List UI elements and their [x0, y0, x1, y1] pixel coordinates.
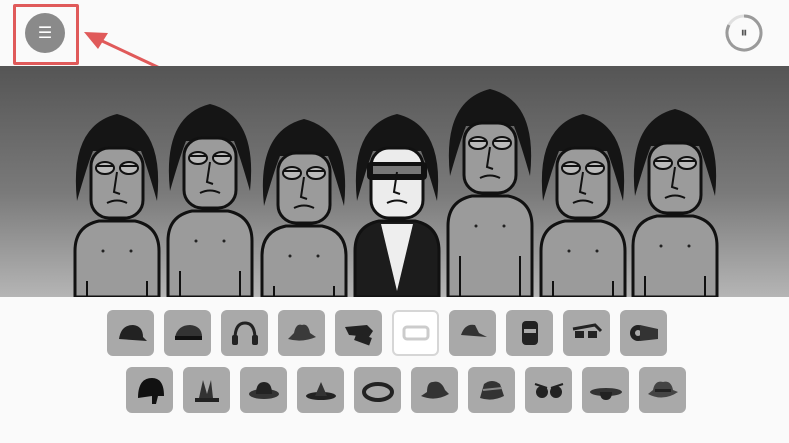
hamburger-icon: ☰: [37, 23, 53, 42]
empty-slot: [402, 325, 429, 341]
accessory-empty-slot[interactable]: [392, 310, 439, 356]
accessory-tray: [0, 297, 789, 443]
headphones-icon: [231, 321, 258, 345]
fedora-icon: [287, 324, 316, 341]
beret-cap-icon: [174, 325, 202, 340]
menu-button[interactable]: ☰: [25, 13, 65, 53]
bowler-hat-icon: [248, 382, 279, 399]
accessory-ring-hat-icon[interactable]: [354, 367, 401, 413]
stage: [0, 66, 789, 297]
accessory-cap-icon[interactable]: [107, 310, 154, 356]
characters-scene: [73, 89, 719, 297]
accessory-crown-band-icon[interactable]: [183, 367, 230, 413]
accessory-mask-icon[interactable]: [506, 310, 553, 356]
character-5[interactable]: [446, 89, 534, 297]
helmet-icon: [137, 378, 164, 404]
tape-icon: [629, 325, 658, 341]
accessory-pointed-hat-icon[interactable]: [297, 367, 344, 413]
accessory-tape-icon[interactable]: [620, 310, 667, 356]
character-2[interactable]: [166, 104, 254, 297]
striped-hat-icon: [479, 381, 504, 400]
sunglasses-icon: [344, 325, 373, 346]
tray-row-2: [126, 367, 686, 413]
accessory-headphones-icon[interactable]: [221, 310, 268, 356]
accessory-wide-brim-hat-icon[interactable]: [582, 367, 629, 413]
character-6[interactable]: [539, 114, 627, 297]
wide-brim-hat-icon: [589, 388, 622, 400]
tray-row-1: [107, 310, 667, 356]
ring-hat-icon: [361, 382, 394, 402]
pause-icon: ⏸: [740, 25, 748, 41]
accessory-fedora-icon[interactable]: [278, 310, 325, 356]
pointed-hat-icon: [305, 382, 336, 400]
accessory-helmet-icon[interactable]: [126, 367, 173, 413]
visor-cap-icon: [460, 324, 487, 337]
goggles-icon: [572, 323, 602, 338]
accessory-beret-cap-icon[interactable]: [164, 310, 211, 356]
pause-button[interactable]: ⏸: [724, 13, 764, 53]
accessory-striped-hat-icon[interactable]: [468, 367, 515, 413]
accessory-bowler-hat-icon[interactable]: [240, 367, 287, 413]
cowboy-hat-icon: [647, 381, 678, 398]
character-1[interactable]: [73, 114, 161, 297]
accessory-trilby-hat-icon[interactable]: [411, 367, 458, 413]
crown-band-icon: [194, 380, 219, 402]
top-bar: ☰ ⏸: [0, 0, 789, 66]
glasses-icon: [534, 383, 563, 398]
character-3[interactable]: [260, 119, 348, 297]
accessory-goggles-icon[interactable]: [563, 310, 610, 356]
character-7[interactable]: [631, 109, 719, 297]
accessory-visor-cap-icon[interactable]: [449, 310, 496, 356]
mask-icon: [521, 321, 538, 345]
accessory-sunglasses-icon[interactable]: [335, 310, 382, 356]
trilby-hat-icon: [420, 381, 449, 399]
app: ☰ ⏸: [0, 0, 789, 443]
cap-icon: [118, 325, 147, 341]
character-4[interactable]: [353, 114, 441, 297]
accessory-cowboy-hat-icon[interactable]: [639, 367, 686, 413]
accessory-glasses-icon[interactable]: [525, 367, 572, 413]
